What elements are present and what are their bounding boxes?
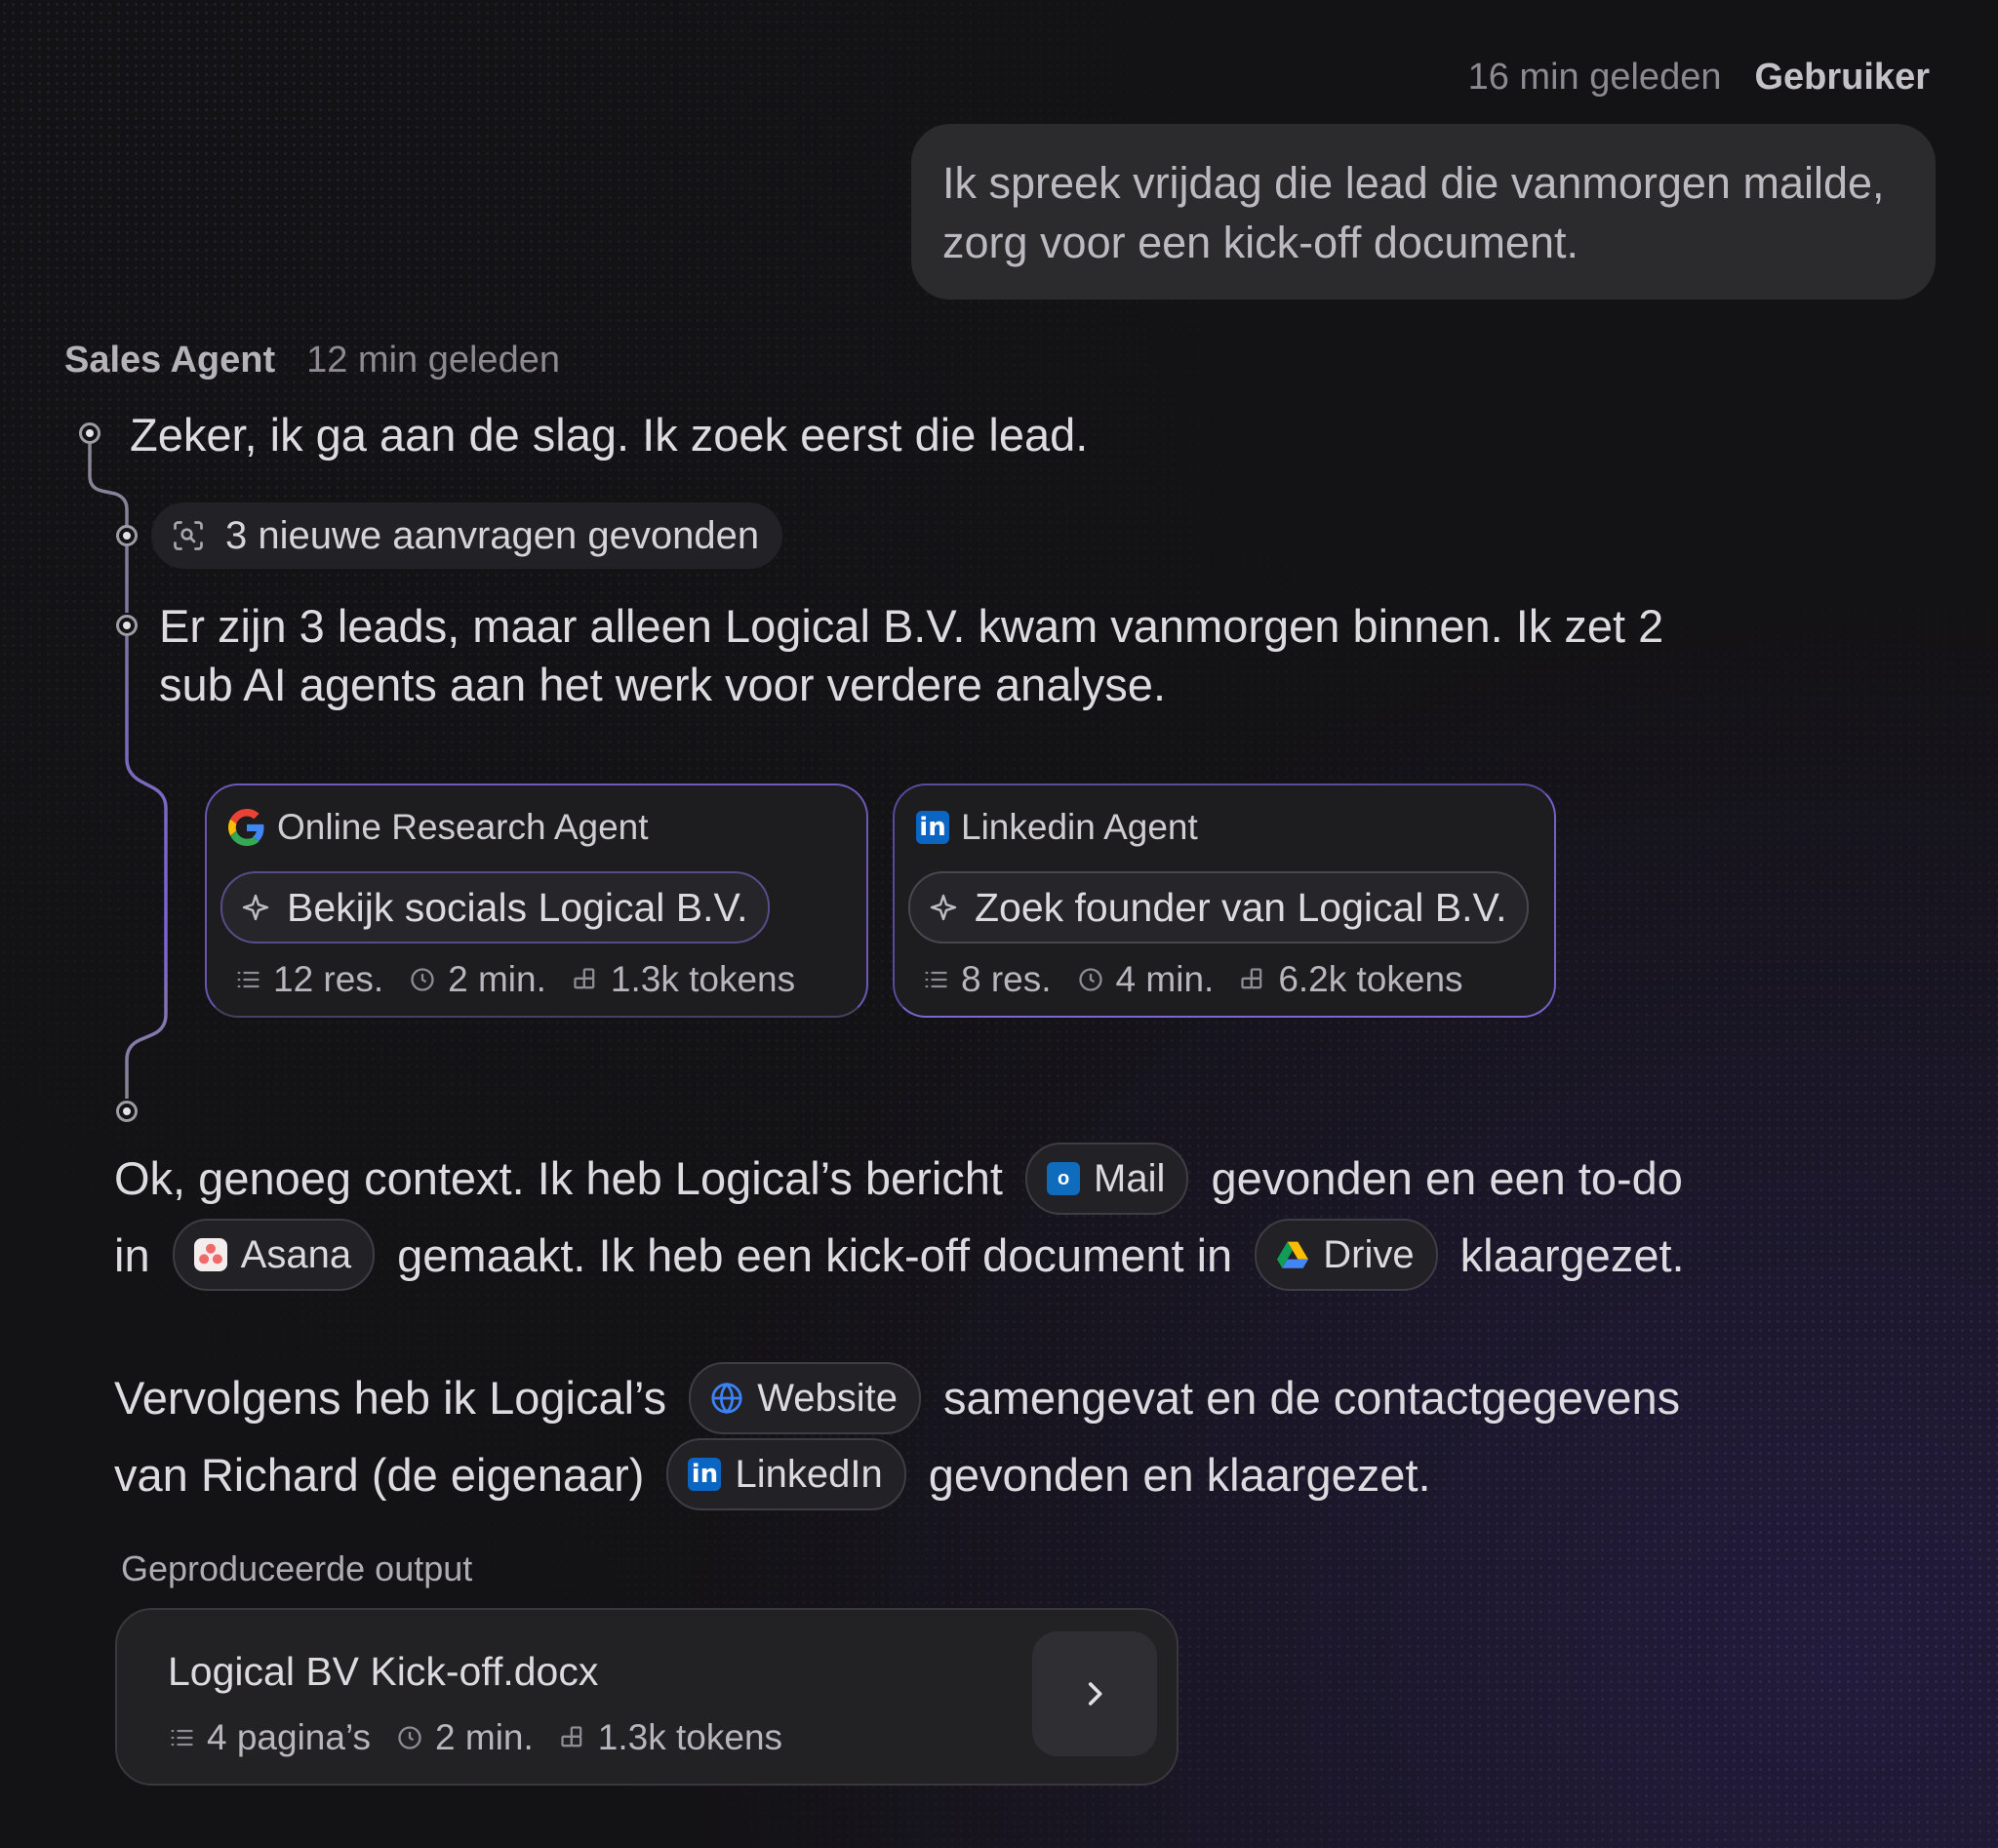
page-count: 4 pagina’s [207, 1717, 372, 1757]
outlook-mail-icon: o [1047, 1161, 1081, 1195]
sub-agent-task-pill[interactable]: Zoek founder van Logical B.V. [908, 871, 1529, 944]
website-chip[interactable]: Website [689, 1361, 921, 1434]
google-drive-icon [1276, 1238, 1309, 1271]
scan-search-icon [171, 518, 206, 553]
timeline-node [116, 525, 138, 546]
user-message-meta: 16 min geleden Gebruiker [1468, 57, 1930, 99]
tokens-icon [572, 966, 599, 993]
sub-agent-card-online-research[interactable]: Online Research Agent Bekijk socials Log… [205, 783, 868, 1018]
token-count: 6.2k tokens [1278, 959, 1463, 999]
user-message-bubble: Ik spreek vrijdag die lead die vanmorgen… [911, 124, 1936, 300]
summary-text: Vervolgens heb ik Logical’s [114, 1372, 667, 1424]
token-count: 1.3k tokens [610, 959, 796, 999]
summary-text: gevonden en klaargezet. [928, 1448, 1431, 1501]
linkedin-icon: in [688, 1458, 722, 1492]
clock-icon [1077, 966, 1104, 993]
sub-agent-card-linkedin[interactable]: in Linkedin Agent Zoek founder van Logic… [893, 783, 1556, 1018]
list-icon [168, 1724, 195, 1751]
summary-text: samengevat en de contactgegevens [943, 1372, 1681, 1424]
summary-text: gevonden en een to-do [1211, 1152, 1683, 1204]
summary-text: van Richard (de eigenaar) [114, 1448, 645, 1501]
output-file-card[interactable]: Logical BV Kick-off.docx 4 pagina’s 2 mi… [115, 1608, 1179, 1786]
asana-chip[interactable]: Asana [172, 1219, 376, 1292]
sparkle-icon [240, 892, 271, 923]
timeline-node [116, 1101, 138, 1122]
user-name: Gebruiker [1754, 57, 1930, 98]
asana-icon [193, 1238, 227, 1272]
sub-agent-task-pill[interactable]: Bekijk socials Logical B.V. [220, 871, 770, 944]
list-icon [922, 966, 949, 993]
chip-label: LinkedIn [735, 1453, 883, 1497]
results-count: 8 res. [961, 959, 1052, 999]
chip-label: Website [757, 1376, 898, 1420]
tool-result-label: 3 nieuwe aanvragen gevonden [225, 513, 760, 557]
clock-icon [409, 966, 436, 993]
duration: 2 min. [435, 1717, 534, 1757]
output-file-stats: 4 pagina’s 2 min. 1.3k tokens [168, 1717, 808, 1758]
tokens-icon [1239, 966, 1266, 993]
globe-icon [710, 1382, 743, 1415]
sparkle-icon [928, 892, 959, 923]
linkedin-chip[interactable]: in LinkedIn [666, 1438, 906, 1511]
agent-message-time: 12 min geleden [306, 340, 560, 381]
linkedin-icon: in [916, 811, 949, 844]
duration: 4 min. [1115, 959, 1215, 999]
sub-agent-task: Zoek founder van Logical B.V. [975, 884, 1507, 930]
google-icon [228, 809, 265, 846]
user-message-time: 16 min geleden [1467, 57, 1722, 98]
tool-result-pill[interactable]: 3 nieuwe aanvragen gevonden [151, 502, 783, 569]
drive-chip[interactable]: Drive [1255, 1219, 1438, 1292]
list-icon [234, 966, 261, 993]
output-file-name: Logical BV Kick-off.docx [168, 1649, 599, 1694]
output-section-label: Geproduceerde output [121, 1548, 473, 1588]
summary-paragraph: Ok, genoeg context. Ik heb Logical’s ber… [114, 1142, 1685, 1295]
agent-step-text: Zeker, ik ga aan de slag. Ik zoek eerst … [130, 409, 1089, 461]
sub-agent-header: Online Research Agent [228, 807, 649, 848]
mail-chip[interactable]: o Mail [1025, 1142, 1189, 1215]
summary-text: gemaakt. Ik heb een kick-off document in [397, 1228, 1233, 1281]
results-count: 12 res. [273, 959, 384, 999]
summary-paragraph: Vervolgens heb ik Logical’s Website same… [114, 1361, 1680, 1514]
chevron-right-icon [1078, 1677, 1111, 1710]
sub-agent-name: Linkedin Agent [961, 807, 1198, 847]
duration: 2 min. [448, 959, 546, 999]
summary-text: in [114, 1228, 150, 1281]
summary-text: klaargezet. [1459, 1228, 1685, 1281]
token-count: 1.3k tokens [597, 1717, 783, 1757]
agent-step-text: Er zijn 3 leads, maar alleen Logical B.V… [159, 600, 1664, 710]
user-message-text: Ik spreek vrijdag die lead die vanmorgen… [942, 158, 1885, 267]
sub-agent-header: in Linkedin Agent [916, 807, 1198, 848]
sub-agent-stats: 12 res. 2 min. 1.3k tokens [234, 959, 820, 1000]
sub-agent-name: Online Research Agent [277, 807, 649, 847]
open-file-button[interactable] [1032, 1631, 1157, 1756]
timeline-node [79, 422, 100, 444]
summary-text: Ok, genoeg context. Ik heb Logical’s ber… [114, 1152, 1003, 1204]
chip-label: Mail [1094, 1156, 1166, 1200]
clock-icon [396, 1724, 423, 1751]
chip-label: Asana [240, 1233, 352, 1277]
timeline-node [116, 615, 138, 636]
chip-label: Drive [1323, 1233, 1415, 1277]
sub-agent-stats: 8 res. 4 min. 6.2k tokens [922, 959, 1489, 1000]
sub-agent-task: Bekijk socials Logical B.V. [287, 884, 748, 930]
tokens-icon [559, 1724, 586, 1751]
